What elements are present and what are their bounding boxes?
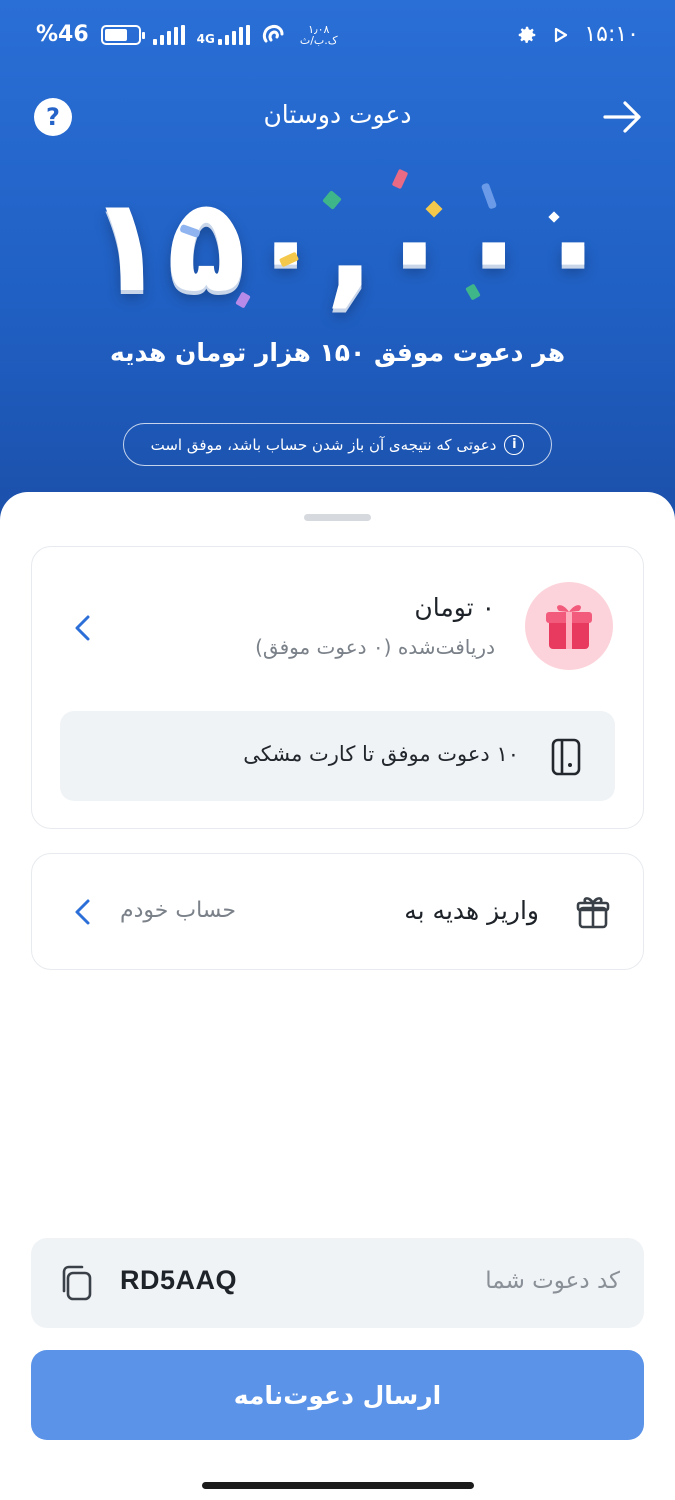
earned-subtitle: دریافت‌شده (۰ دعوت موفق) (255, 635, 495, 659)
info-icon: i (504, 434, 525, 455)
reward-amount-art: ۱۵۰,۰۰۰ (87, 169, 618, 321)
sheet-drag-handle[interactable] (304, 514, 371, 521)
gift-outline-icon (576, 897, 610, 929)
deposit-destination: حساب خودم (120, 898, 237, 923)
clock: ۱۵:۱۰ (584, 22, 639, 47)
invite-code-field[interactable]: کد دعوت شما RD5AAQ (31, 1238, 644, 1328)
home-indicator[interactable] (202, 1482, 474, 1489)
invite-code-label: کد دعوت شما (485, 1268, 620, 1294)
top-bar: ? دعوت دوستان (0, 92, 675, 142)
info-text: دعوتی که نتیجه‌ی آن باز شدن حساب باشد، م… (150, 435, 497, 454)
earnings-card[interactable]: ۰ تومان دریافت‌شده (۰ دعوت موفق) ۱۰ دعوت… (31, 546, 644, 829)
hero-header: %46 4G ۱٫۰۸ ک.ب/ث ۱۵:۱۰ ? دعوت دوستان ۱۵… (0, 0, 675, 540)
gift-deposit-card[interactable]: واریز هدیه به حساب خودم (31, 853, 644, 970)
bottom-sheet: ۰ تومان دریافت‌شده (۰ دعوت موفق) ۱۰ دعوت… (0, 492, 675, 1500)
reward-tagline: هر دعوت موفق ۱۵۰ هزار تومان هدیه (109, 338, 566, 367)
speed-value: ۱٫۰۸ (308, 22, 330, 36)
copy-icon[interactable] (58, 1264, 94, 1302)
progress-text: ۱۰ دعوت موفق تا کارت مشکی (243, 742, 519, 766)
signal-4g-icon: 4G (196, 24, 250, 46)
send-invitation-button[interactable]: ارسال دعوت‌نامه (31, 1350, 644, 1440)
black-card-icon (551, 738, 581, 776)
hotspot-icon (262, 24, 284, 42)
chevron-left-icon[interactable] (72, 897, 94, 927)
settings-gear-icon (519, 26, 536, 43)
battery-icon (100, 24, 145, 45)
network-type: 4G (196, 31, 215, 46)
data-speed: ۱٫۰۸ ک.ب/ث (300, 24, 338, 46)
status-bar: %46 4G ۱٫۰۸ ک.ب/ث ۱۵:۱۰ (0, 18, 675, 58)
invite-code-value[interactable]: RD5AAQ (120, 1265, 237, 1296)
battery-percent: %46 (36, 22, 89, 47)
info-note: i دعوتی که نتیجه‌ی آن باز شدن حساب باشد،… (123, 423, 552, 466)
status-left: %46 4G ۱٫۰۸ ک.ب/ث (36, 22, 338, 47)
back-arrow-icon[interactable] (601, 98, 643, 136)
speed-unit: ک.ب/ث (299, 33, 338, 47)
battery-value: 46 (58, 22, 89, 47)
page-title: دعوت دوستان (263, 100, 412, 129)
reward-banner: ۱۵۰,۰۰۰ (87, 165, 619, 325)
earned-amount: ۰ تومان (414, 593, 495, 622)
gift-icon (525, 582, 613, 670)
invite-friends-screen: %46 4G ۱٫۰۸ ک.ب/ث ۱۵:۱۰ ? دعوت دوستان ۱۵… (0, 0, 675, 1500)
chevron-left-icon[interactable] (72, 613, 94, 643)
play-store-icon (555, 27, 568, 42)
signal-icon-1 (152, 24, 185, 45)
percent-sign: % (36, 22, 59, 47)
black-card-progress: ۱۰ دعوت موفق تا کارت مشکی (60, 711, 615, 801)
status-right: ۱۵:۱۰ (516, 22, 639, 47)
deposit-label: واریز هدیه به (404, 896, 539, 925)
